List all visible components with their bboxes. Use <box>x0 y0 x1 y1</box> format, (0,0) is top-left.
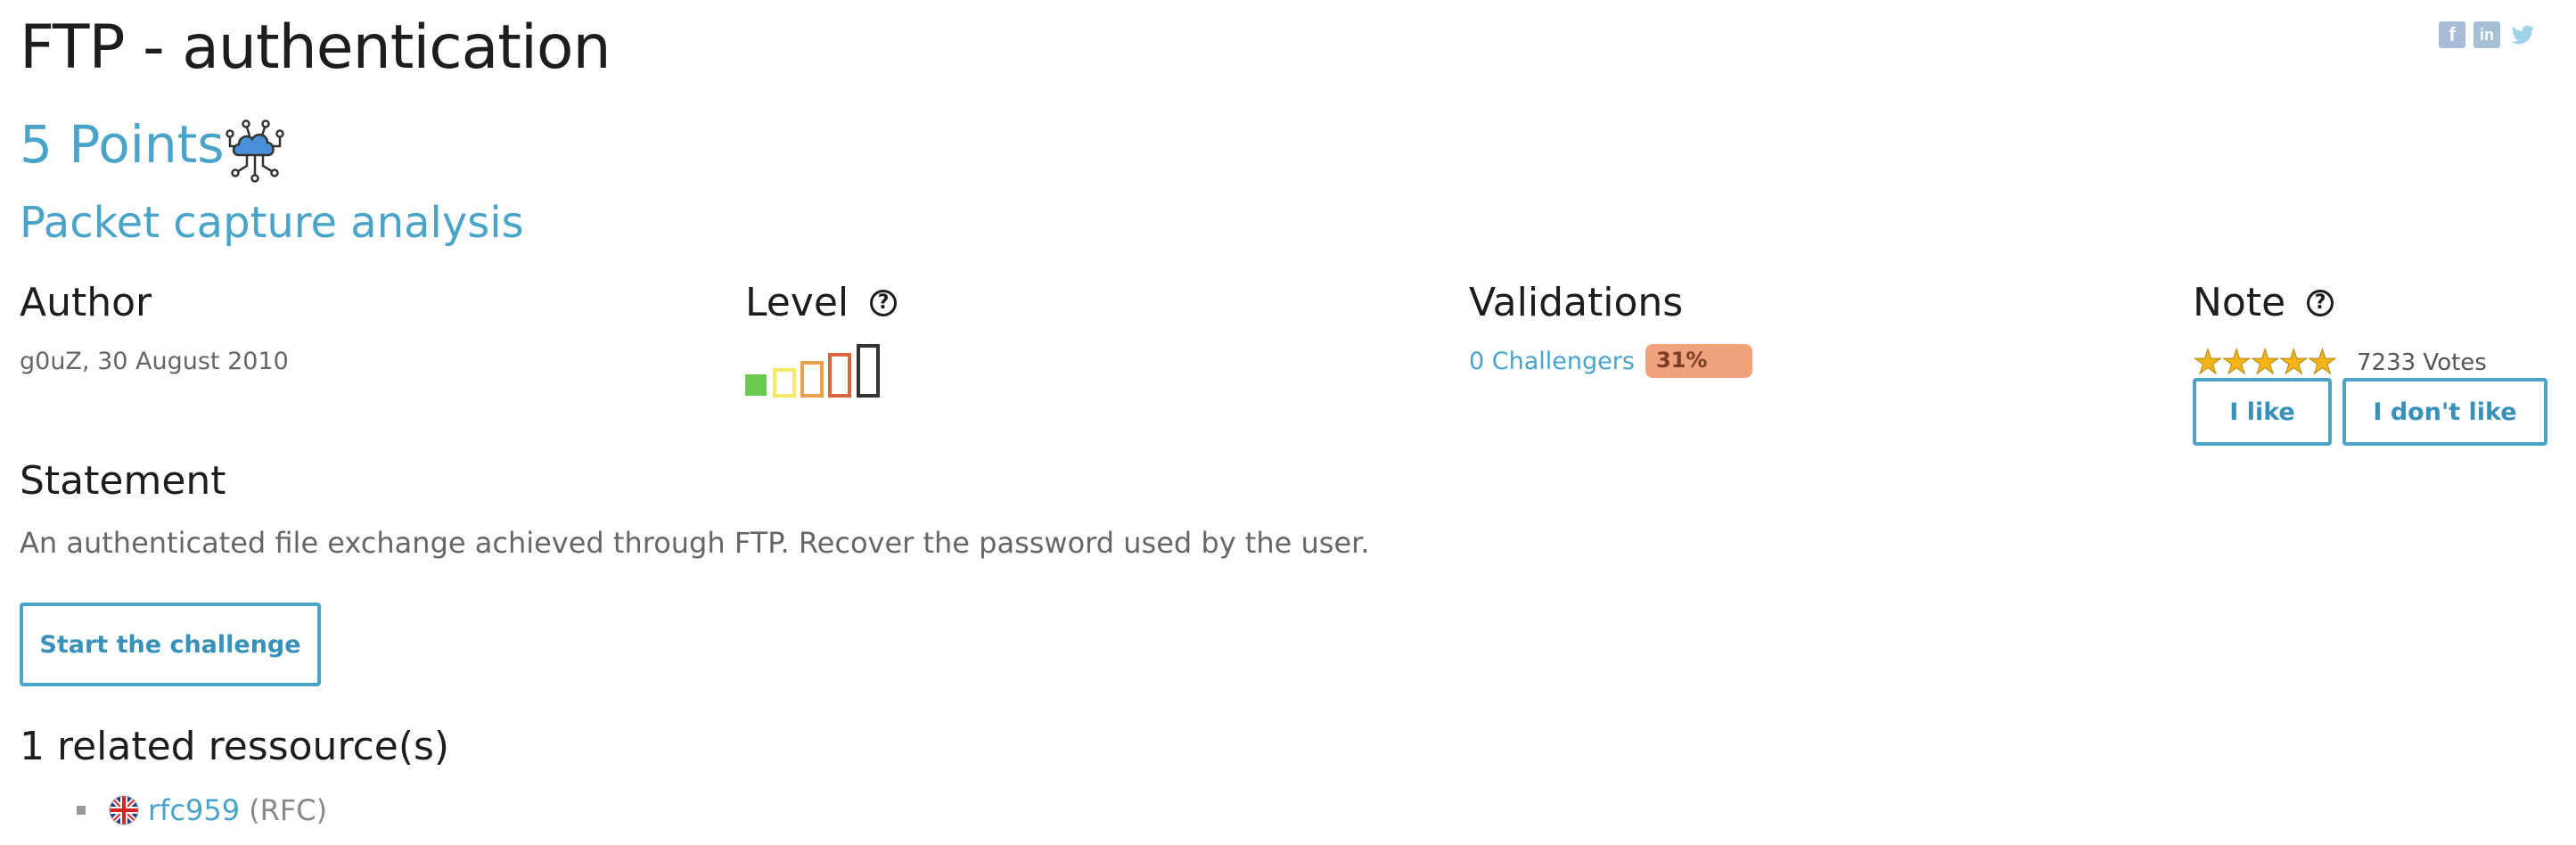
uk-flag-icon <box>109 795 139 825</box>
challengers-link[interactable]: 0 Challengers <box>1469 348 1635 375</box>
page-title: FTP - authentication <box>20 12 611 83</box>
star-icon: ★ <box>2192 342 2224 381</box>
network-cloud-icon <box>223 119 287 184</box>
validations-heading-label: Validations <box>1469 280 1684 325</box>
star-icon: ★ <box>2278 342 2309 381</box>
author-heading-label: Author <box>20 280 152 325</box>
points-value: 5 Points <box>20 114 225 175</box>
category-link[interactable]: Packet capture analysis <box>20 198 524 248</box>
note-help-icon[interactable]: ? <box>2307 289 2334 316</box>
statement-heading: Statement <box>20 458 226 504</box>
level-bar-4 <box>828 353 851 398</box>
bullet <box>77 806 86 815</box>
level-bar-3 <box>800 361 824 398</box>
star-icon: ★ <box>2250 342 2281 381</box>
level-bar-5 <box>857 344 880 398</box>
level-indicator <box>745 340 888 399</box>
dislike-button[interactable]: I don't like <box>2342 378 2547 446</box>
rating-stars: ★ ★ ★ ★ ★ <box>2192 342 2338 381</box>
start-challenge-button[interactable]: Start the challenge <box>20 603 321 686</box>
level-heading-label: Level <box>745 280 849 325</box>
author-value: g0uZ, 30 August 2010 <box>20 348 289 375</box>
linkedin-share-icon[interactable]: in <box>2473 21 2500 48</box>
votes-count: 7233 Votes <box>2357 349 2487 376</box>
list-item: rfc959 (RFC) <box>77 793 327 827</box>
level-help-icon[interactable]: ? <box>870 289 898 316</box>
star-icon: ★ <box>2221 342 2252 381</box>
statement-text: An authenticated file exchange achieved … <box>20 526 1370 560</box>
resource-link[interactable]: rfc959 <box>148 793 240 827</box>
level-bar-1 <box>745 374 767 396</box>
level-heading: Level ? <box>745 280 898 325</box>
validations-heading: Validations <box>1469 280 1683 325</box>
twitter-share-icon[interactable] <box>2510 21 2537 48</box>
note-heading: Note ? <box>2193 280 2334 325</box>
validation-percent-label: 31% <box>1656 348 1708 373</box>
resource-type: (RFC) <box>249 793 328 827</box>
level-bar-2 <box>773 368 796 398</box>
related-resources-heading: 1 related ressource(s) <box>20 724 450 769</box>
validation-percent-badge: 31% <box>1645 344 1752 378</box>
note-heading-label: Note <box>2193 280 2286 325</box>
star-icon: ★ <box>2307 342 2338 381</box>
facebook-share-icon[interactable]: f <box>2439 21 2465 48</box>
author-heading: Author <box>20 280 152 325</box>
like-button[interactable]: I like <box>2193 378 2332 446</box>
